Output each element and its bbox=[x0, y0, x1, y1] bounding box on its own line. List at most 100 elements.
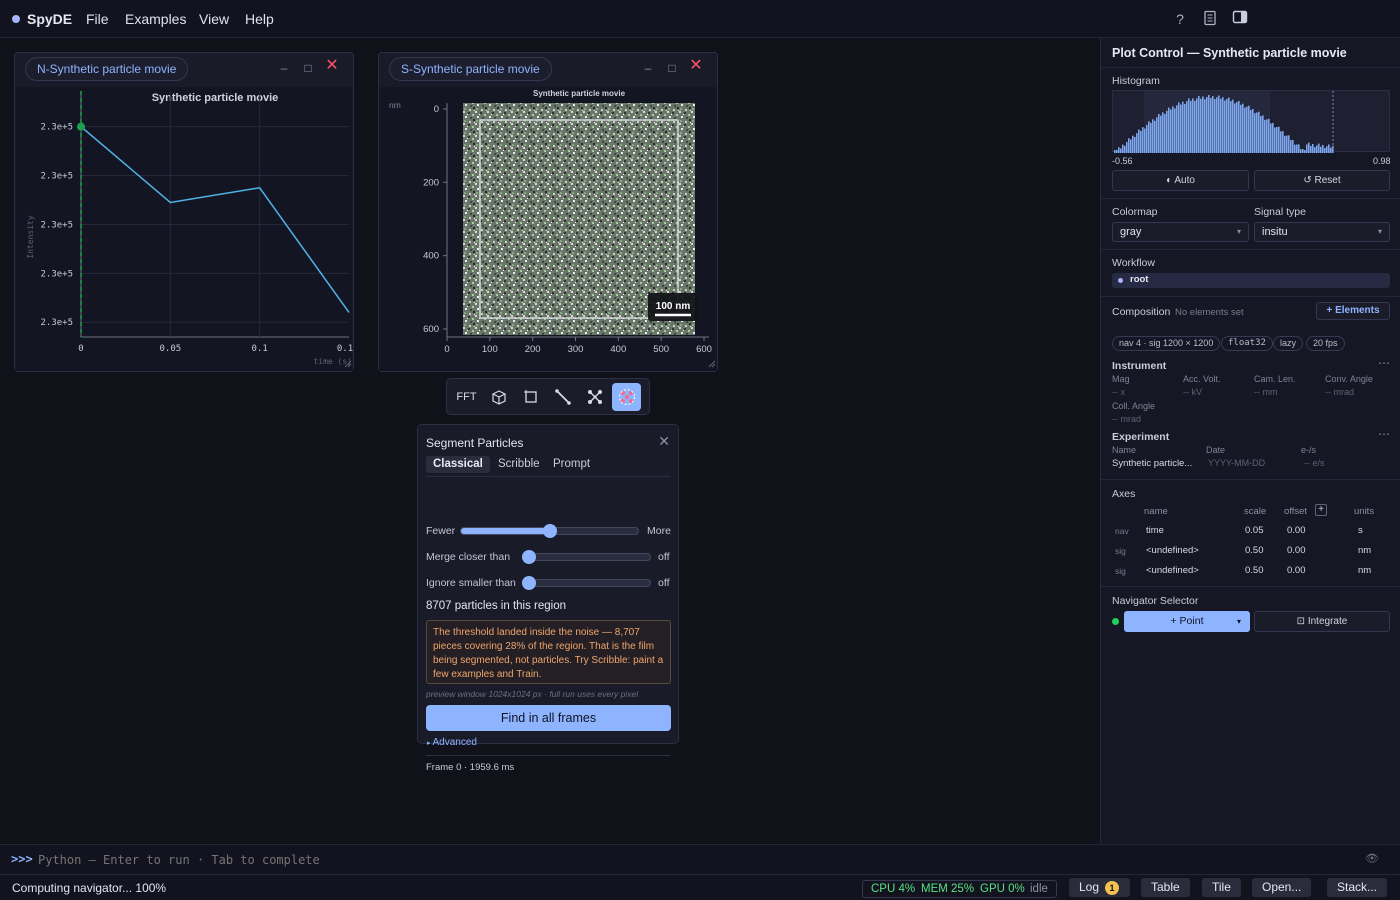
open-button[interactable]: Open... bbox=[1252, 878, 1312, 897]
axes-header-offset: offset bbox=[1284, 506, 1308, 517]
navigator-cursor-marker[interactable] bbox=[77, 122, 85, 131]
colormap-select[interactable]: gray ▾ bbox=[1112, 222, 1249, 242]
histogram-bar bbox=[1308, 142, 1310, 153]
menu-examples[interactable]: Examples bbox=[125, 11, 186, 27]
more-options-icon[interactable]: ⋯ bbox=[1378, 356, 1390, 370]
date-field[interactable]: YYYY-MM-DD bbox=[1208, 458, 1265, 468]
line-profile-icon[interactable] bbox=[548, 383, 577, 411]
add-axis-icon[interactable]: + bbox=[1315, 504, 1327, 516]
resource-monitor: CPU 4% MEM 25% GPU 0% idle bbox=[862, 880, 1057, 898]
stack-button[interactable]: Stack... bbox=[1327, 878, 1388, 897]
table-button[interactable]: Table bbox=[1141, 878, 1190, 897]
histogram-bar bbox=[1234, 103, 1236, 153]
axis-name[interactable]: <undefined> bbox=[1146, 565, 1199, 576]
navigator-window[interactable]: N-Synthetic particle movie – □ ✕ Synthet… bbox=[14, 52, 354, 372]
fit-points-icon[interactable] bbox=[580, 383, 609, 411]
more-label: More bbox=[647, 525, 671, 537]
navigator-tab[interactable]: N-Synthetic particle movie bbox=[25, 57, 189, 81]
ignore-slider[interactable] bbox=[522, 576, 651, 590]
chevron-down-icon[interactable]: ▾ bbox=[1237, 611, 1241, 632]
close-icon[interactable]: ✕ bbox=[689, 58, 703, 74]
workflow-root-node[interactable]: root bbox=[1112, 273, 1390, 288]
toggle-panel-icon[interactable] bbox=[1231, 10, 1249, 28]
threshold-slider-handle[interactable] bbox=[542, 524, 557, 538]
integrate-button[interactable]: ⊡ Integrate bbox=[1254, 611, 1390, 632]
y-axis-label: Intensity bbox=[26, 215, 35, 259]
x-tick-label: 500 bbox=[653, 344, 669, 355]
notes-icon[interactable] bbox=[1201, 10, 1219, 28]
maximize-icon[interactable]: □ bbox=[301, 61, 315, 75]
histogram-bar bbox=[1226, 99, 1228, 153]
histogram-bar bbox=[1312, 144, 1314, 153]
crop-3d-icon[interactable] bbox=[484, 383, 513, 411]
preview-note: preview window 1024x1024 px · full run u… bbox=[426, 689, 639, 699]
axes-label: Axes bbox=[1112, 488, 1136, 500]
axis-scale[interactable]: 0.50 bbox=[1245, 545, 1264, 556]
y-tick-label: 200 bbox=[423, 177, 439, 188]
axis-units[interactable]: s bbox=[1358, 525, 1363, 536]
threshold-slider[interactable] bbox=[460, 524, 639, 538]
axis-name[interactable]: time bbox=[1146, 525, 1164, 536]
axis-offset[interactable]: 0.00 bbox=[1287, 565, 1306, 576]
eye-icon[interactable]: 👁 bbox=[1365, 852, 1379, 865]
find-in-all-frames-button[interactable]: Find in all frames bbox=[426, 705, 671, 731]
minimize-icon[interactable]: – bbox=[277, 61, 291, 75]
merge-slider-handle[interactable] bbox=[522, 550, 536, 564]
histogram-bar bbox=[1150, 122, 1152, 153]
dose-rate-field[interactable]: -- e/s bbox=[1304, 458, 1325, 468]
merge-slider[interactable] bbox=[522, 550, 651, 564]
divider bbox=[1101, 249, 1400, 250]
node-dot-icon bbox=[1118, 278, 1123, 283]
maximize-icon[interactable]: □ bbox=[665, 61, 679, 75]
histogram-plot[interactable] bbox=[1112, 90, 1390, 153]
add-point-selector-button[interactable]: + Point ▾ bbox=[1124, 611, 1250, 632]
axis-units[interactable]: nm bbox=[1358, 565, 1371, 576]
histogram-bar bbox=[1236, 102, 1238, 153]
axis-offset[interactable]: 0.00 bbox=[1287, 525, 1306, 536]
tab-scribble[interactable]: Scribble bbox=[491, 456, 547, 473]
console-prompt: >>> bbox=[11, 852, 33, 866]
add-elements-button[interactable]: + Elements bbox=[1316, 302, 1390, 320]
app-brand: SpyDE bbox=[12, 11, 72, 27]
histogram-bar bbox=[1208, 95, 1210, 153]
x-tick-label: 100 bbox=[482, 344, 498, 355]
menu-help[interactable]: Help bbox=[245, 11, 274, 27]
histogram-bar bbox=[1176, 105, 1178, 153]
rectangle-roi-icon[interactable] bbox=[516, 383, 545, 411]
axis-units[interactable]: nm bbox=[1358, 545, 1371, 556]
help-icon[interactable]: ? bbox=[1171, 10, 1189, 28]
histogram-bar bbox=[1126, 142, 1128, 153]
experiment-name-value[interactable]: Synthetic particle... bbox=[1112, 458, 1192, 469]
tab-classical[interactable]: Classical bbox=[426, 456, 490, 473]
more-options-icon[interactable]: ⋯ bbox=[1378, 427, 1390, 441]
segment-particles-icon[interactable] bbox=[612, 383, 641, 411]
fft-button[interactable]: FFT bbox=[452, 383, 481, 411]
log-button[interactable]: Log 1 bbox=[1069, 878, 1130, 897]
axis-offset[interactable]: 0.00 bbox=[1287, 545, 1306, 556]
auto-button[interactable]: ◐ Auto bbox=[1112, 170, 1249, 191]
minimize-icon[interactable]: – bbox=[641, 61, 655, 75]
advanced-toggle[interactable]: ▸ Advanced bbox=[427, 737, 477, 748]
axis-scale[interactable]: 0.05 bbox=[1245, 525, 1264, 536]
histogram-bar bbox=[1262, 115, 1264, 153]
signal-tab[interactable]: S-Synthetic particle movie bbox=[389, 57, 552, 81]
menu-file[interactable]: File bbox=[86, 11, 109, 27]
y-tick-label: 2.3e+5 bbox=[40, 318, 73, 328]
axis-name[interactable]: <undefined> bbox=[1146, 545, 1199, 556]
resize-grip-icon[interactable] bbox=[708, 360, 716, 368]
tile-button[interactable]: Tile bbox=[1202, 878, 1241, 897]
close-icon[interactable]: ✕ bbox=[325, 58, 339, 74]
axis-scale[interactable]: 0.50 bbox=[1245, 565, 1264, 576]
ignore-slider-handle[interactable] bbox=[522, 576, 536, 590]
reset-button[interactable]: ↺ Reset bbox=[1254, 170, 1390, 191]
console-input[interactable] bbox=[38, 850, 1318, 870]
menu-view[interactable]: View bbox=[199, 11, 229, 27]
divider bbox=[1101, 296, 1400, 297]
tab-prompt[interactable]: Prompt bbox=[546, 456, 597, 473]
signal-window[interactable]: S-Synthetic particle movie – □ ✕ Synthet… bbox=[378, 52, 718, 372]
signal-type-select[interactable]: insitu ▾ bbox=[1254, 222, 1390, 242]
close-icon[interactable]: ✕ bbox=[658, 433, 670, 450]
signal-plot[interactable]: Synthetic particle movie nm 0 200 400 600 0 1… bbox=[379, 87, 717, 371]
navigator-plot[interactable]: Synthetic particle movie Intensity time … bbox=[15, 87, 353, 371]
histogram-bar bbox=[1232, 99, 1234, 153]
